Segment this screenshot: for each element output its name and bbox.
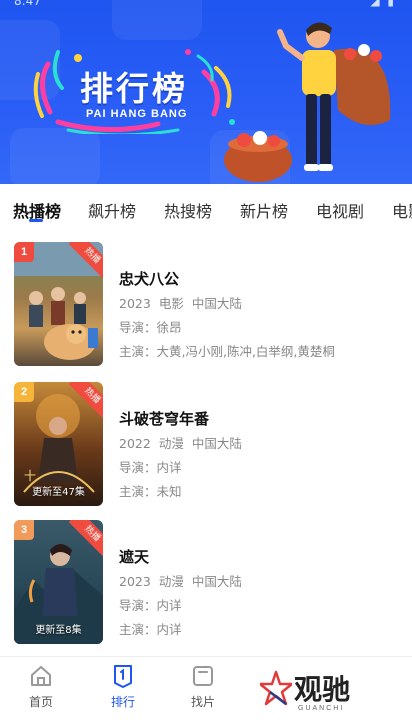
- tab-tv-series[interactable]: 电视剧: [316, 198, 364, 222]
- poster-image[interactable]: 3 热播 更新至8集: [14, 520, 103, 644]
- item-meta: 2023 动漫 中国大陆: [119, 571, 242, 590]
- item-title[interactable]: 遮天: [119, 546, 149, 567]
- rank-badge: 2: [14, 382, 34, 402]
- watermark-logo: 观驰 GUANCHI: [258, 664, 412, 720]
- star-logo-icon: [260, 670, 292, 706]
- find-icon: [193, 666, 213, 686]
- active-tab-indicator: [29, 219, 43, 222]
- ranking-banner: 8:47 ◢ ▮ 排行榜 PAI HANG BANG: [0, 0, 412, 184]
- poster-image[interactable]: 十 2 热播 更新至47集: [14, 382, 103, 506]
- item-title[interactable]: 忠犬八公: [119, 268, 179, 289]
- item-genre: 电影: [158, 296, 184, 311]
- watermark-text: 观驰: [294, 673, 351, 706]
- banner-title: 排行榜: [80, 69, 188, 108]
- svg-text:十: 十: [24, 469, 36, 483]
- tab-new-releases[interactable]: 新片榜: [240, 198, 288, 222]
- nav-find-label: 找片: [190, 695, 215, 709]
- list-item[interactable]: 十 2 热播 更新至47集 斗破苍穹年番 2022 动漫 中国大陆 导演：内详 主演…: [0, 382, 412, 510]
- item-cast: 主演：大黄,冯小刚,陈冲,白举纲,黄楚桐: [119, 344, 335, 359]
- ranking-icon: [114, 665, 132, 688]
- list-item[interactable]: 1 热播 忠犬八公 2023 电影 中国大陆 导演：徐昂 主演：大黄,冯小刚,陈冲,…: [0, 242, 412, 370]
- status-time: 8:47: [14, 0, 41, 8]
- item-title[interactable]: 斗破苍穹年番: [119, 408, 209, 429]
- watermark-subtext: GUANCHI: [298, 705, 345, 712]
- rank-badge: 1: [14, 242, 34, 262]
- item-director: 导演：徐昂: [119, 320, 182, 335]
- background-tile: [10, 128, 100, 184]
- item-director: 导演：内详: [119, 460, 182, 475]
- item-cast: 主演：未知: [119, 484, 182, 499]
- nav-ranking[interactable]: 排行: [96, 663, 150, 710]
- poster-update-caption: 更新至8集: [35, 625, 82, 636]
- item-meta: 2023 电影 中国大陆: [119, 293, 242, 312]
- item-year: 2023: [119, 574, 151, 589]
- poster-update-caption: 更新至47集: [32, 487, 85, 498]
- banner-subtitle: PAI HANG BANG: [86, 108, 188, 120]
- status-bar: 8:47 ◢ ▮: [0, 0, 412, 8]
- nav-home[interactable]: 首页: [14, 663, 68, 710]
- item-director: 导演：内详: [119, 598, 182, 613]
- nav-home-label: 首页: [28, 695, 53, 709]
- poster-image[interactable]: 1 热播: [14, 242, 103, 366]
- item-region: 中国大陆: [191, 436, 242, 451]
- item-region: 中国大陆: [191, 574, 242, 589]
- status-icons: ◢ ▮: [370, 0, 396, 8]
- ranking-tabs: 热播榜 飙升榜 热搜榜 新片榜 电视剧 电影: [0, 184, 412, 234]
- person-carrying-bag-illustration: [224, 22, 391, 182]
- tab-movies[interactable]: 电影: [392, 198, 412, 222]
- item-year: 2022: [119, 436, 151, 451]
- item-year: 2023: [119, 296, 151, 311]
- item-region: 中国大陆: [191, 296, 242, 311]
- tab-rising[interactable]: 飙升榜: [88, 198, 136, 222]
- item-cast: 主演：内详: [119, 622, 182, 637]
- nav-find[interactable]: 找片: [176, 663, 230, 710]
- item-meta: 2022 动漫 中国大陆: [119, 433, 242, 452]
- rank-badge: 3: [14, 520, 34, 540]
- item-genre: 动漫: [158, 436, 184, 451]
- nav-ranking-label: 排行: [110, 695, 135, 709]
- tab-hot-search[interactable]: 热搜榜: [164, 198, 212, 222]
- background-tile: [112, 0, 202, 40]
- list-item[interactable]: 3 热播 更新至8集 遮天 2023 动漫 中国大陆 导演：内详 主演：内详: [0, 520, 412, 648]
- item-genre: 动漫: [158, 574, 184, 589]
- home-icon: [31, 666, 51, 686]
